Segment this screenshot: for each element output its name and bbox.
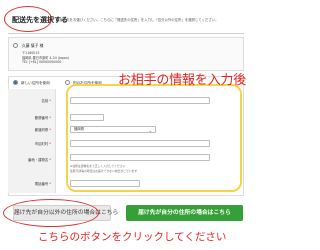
- saved-address-phone: TEL [+81] 00000000000: [22, 60, 62, 64]
- annotation-circle-button: [3, 199, 99, 227]
- annotation-fill-after: お相手の情報を入力後: [118, 73, 247, 88]
- label-name: 名前*: [41, 99, 51, 103]
- header-divider: [8, 33, 244, 34]
- other-address-radio[interactable]: [65, 80, 70, 85]
- label-address: 番地・建物名*: [27, 158, 51, 162]
- label-city: 市区町村*: [34, 142, 51, 146]
- label-prefecture: 都道府県*: [34, 128, 51, 132]
- page-description: お届け先をお選びください。こちらに「発送先の住所」を入力し「自分以外の住所」を選…: [56, 18, 219, 22]
- new-address-radio[interactable]: [13, 80, 18, 85]
- new-address-label[interactable]: 新しい住所を使用: [21, 81, 50, 86]
- annotation-highlight-form: [66, 84, 242, 192]
- label-postal: 郵便番号*: [34, 116, 51, 120]
- saved-address-name: 久藤 慎子 様: [22, 43, 44, 48]
- label-phone: 電話番号*: [34, 182, 51, 186]
- annotation-click-button: こちらのボタンをクリックしてください: [38, 231, 227, 243]
- saved-address-radio[interactable]: [13, 43, 18, 48]
- saved-address-card[interactable]: 久藤 慎子 様 〒1160013 福岡県 春日市原町 4-24 (Japan) …: [8, 37, 244, 71]
- form-label-column: 名前* 郵便番号* 都道府県* 市区町村* 番地・建物名* 電話番号*: [8, 89, 56, 193]
- self-address-button[interactable]: 届け先が自分の住所の場合はこちら: [126, 205, 243, 221]
